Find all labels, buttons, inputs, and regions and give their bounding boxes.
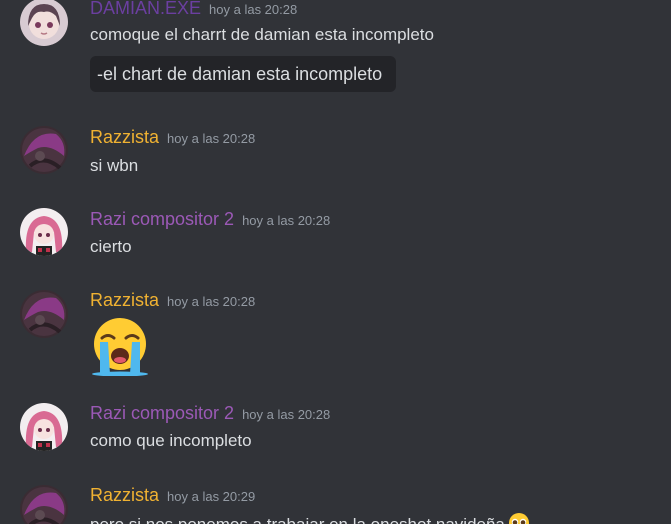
message-text: si wbn [90, 156, 139, 175]
message-header: Razzista hoy a las 20:28 [90, 127, 255, 148]
avatar[interactable] [20, 290, 68, 338]
timestamp: hoy a las 20:28 [167, 131, 256, 146]
username[interactable]: Razzista [90, 290, 159, 310]
message-header: Razi compositor 2 hoy a las 20:28 [90, 403, 330, 424]
message-header: Razzista hoy a las 20:29 [90, 485, 255, 506]
username[interactable]: DAMIAN.EXE [90, 0, 201, 18]
dark-purple-avatar-icon [20, 485, 68, 524]
timestamp: hoy a las 20:28 [209, 2, 298, 17]
dark-purple-avatar-icon [20, 290, 68, 338]
chat-message: Razzista hoy a las 20:28 [0, 288, 671, 388]
message-text: pero si nos ponemos a trabajar en la one… [90, 515, 505, 524]
chat-message-list: DAMIAN.EXE hoy a las 20:28 comoque el cha… [0, 0, 671, 524]
dark-purple-avatar-icon [20, 126, 68, 174]
chat-message: DAMIAN.EXE hoy a las 20:28 comoque el cha… [0, 0, 671, 100]
pleading-face-icon[interactable] [508, 512, 530, 524]
username[interactable]: Razi compositor 2 [90, 209, 234, 229]
message-text: cierto [90, 237, 132, 256]
avatar[interactable] [20, 0, 68, 46]
avatar[interactable] [20, 126, 68, 174]
timestamp: hoy a las 20:28 [242, 213, 331, 228]
username[interactable]: Razi compositor 2 [90, 403, 234, 423]
message-text: como que incompleto [90, 431, 252, 450]
username[interactable]: Razzista [90, 485, 159, 505]
quoted-text-block: -el chart de damian esta incompleto [90, 56, 397, 92]
message-header: DAMIAN.EXE hoy a las 20:28 [90, 0, 297, 19]
avatar[interactable] [20, 485, 68, 524]
chat-message: Razzista hoy a las 20:28 si wbn [0, 124, 671, 184]
username[interactable]: Razzista [90, 127, 159, 147]
message-text-line: pero si nos ponemos a trabajar en la one… [90, 512, 530, 524]
message-text: comoque el charrt de damian esta incompl… [90, 25, 434, 44]
chat-message: Razzista hoy a las 20:29 pero si nos pone… [0, 483, 671, 524]
chat-message: Razi compositor 2 hoy a las 20:28 como qu… [0, 401, 671, 461]
timestamp: hoy a las 20:29 [167, 489, 256, 504]
anime-girl-avatar-icon [20, 0, 68, 46]
message-header: Razi compositor 2 hoy a las 20:28 [90, 209, 330, 230]
pink-hair-anime-avatar-icon [20, 403, 68, 451]
pink-hair-anime-avatar-icon [20, 208, 68, 256]
avatar[interactable] [20, 208, 68, 256]
avatar[interactable] [20, 403, 68, 451]
timestamp: hoy a las 20:28 [242, 407, 331, 422]
message-header: Razzista hoy a las 20:28 [90, 290, 255, 311]
timestamp: hoy a las 20:28 [167, 294, 256, 309]
loudly-crying-face-icon[interactable] [88, 316, 152, 376]
chat-message: Razi compositor 2 hoy a las 20:28 cierto [0, 206, 671, 266]
